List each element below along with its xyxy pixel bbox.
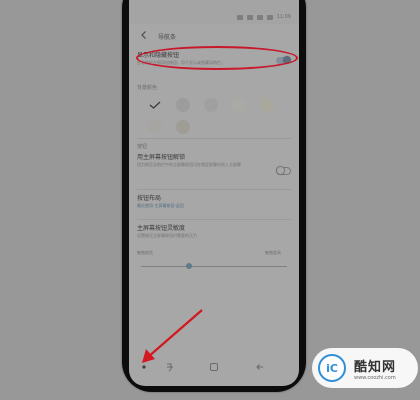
background-color-label: 背景颜色	[137, 85, 158, 91]
sensitivity-min-label: 敏感度低	[137, 250, 153, 255]
button-layout-title: 按钮布局	[137, 195, 162, 202]
red-arrow-icon	[142, 309, 203, 363]
color-swatch[interactable]	[232, 98, 246, 112]
color-swatch[interactable]	[204, 98, 218, 112]
header: 导航条	[129, 24, 299, 46]
watermark-logo: iC	[318, 354, 346, 382]
back-arrow-icon[interactable]	[139, 30, 149, 40]
watermark-title: 酷知网	[354, 359, 397, 375]
photo-background: 11:09 导航条 显示和隐藏按钮 在导航栏左侧添加按钮，用于显示或隐藏导航栏。…	[0, 0, 420, 400]
home-unlock-row[interactable]: 用主屏幕按钮解锁 用力按压导航栏中的主屏幕按钮可在锁定屏幕时进入主屏幕	[137, 154, 291, 168]
divider	[137, 138, 291, 139]
selected-check-icon[interactable]	[149, 101, 161, 109]
toggle-knob	[276, 166, 285, 175]
watermark-url: www.coozhi.com	[354, 374, 396, 381]
page-title: 导航条	[158, 34, 177, 41]
sensitivity-title: 主屏幕按钮灵敏度	[137, 225, 186, 232]
sensitivity-description: 设置按压主屏幕按钮时需要的压力	[137, 233, 197, 238]
buttons-section-label: 按钮	[137, 144, 148, 150]
sensitivity-max-label: 敏感度高	[265, 250, 281, 255]
watermark: iC 酷知网 www.coozhi.com	[312, 348, 418, 388]
back-button-icon[interactable]	[255, 362, 265, 372]
color-swatch[interactable]	[176, 98, 190, 112]
color-swatch[interactable]	[148, 120, 162, 134]
button-layout-row[interactable]: 按钮布局 最近使用-主屏幕按钮-返回	[137, 195, 291, 209]
sensitivity-slider-thumb[interactable]	[186, 263, 193, 269]
notification-icon	[236, 14, 243, 20]
home-button-icon[interactable]	[209, 362, 219, 372]
home-unlock-title: 用主屏幕按钮解锁	[137, 154, 186, 161]
status-icons: 11:09	[236, 14, 291, 20]
sensitivity-row: 主屏幕按钮灵敏度 设置按压主屏幕按钮时需要的压力	[137, 225, 291, 239]
sensitivity-slider-track[interactable]	[141, 266, 287, 267]
divider	[137, 189, 291, 190]
battery-icon	[266, 14, 273, 20]
divider	[137, 219, 291, 220]
watermark-text: 酷知网 www.coozhi.com	[354, 356, 396, 381]
home-unlock-toggle[interactable]	[276, 166, 291, 175]
wifi-icon	[246, 14, 253, 20]
status-bar: 11:09	[129, 0, 299, 24]
signal-icon	[256, 14, 263, 20]
button-layout-value: 最近使用-主屏幕按钮-返回	[137, 203, 184, 208]
status-time: 11:09	[276, 14, 291, 20]
highlight-oval	[136, 46, 298, 70]
color-swatch[interactable]	[176, 120, 190, 134]
color-swatch[interactable]	[260, 98, 274, 112]
home-unlock-description: 用力按压导航栏中的主屏幕按钮可在锁定屏幕时进入主屏幕	[137, 162, 241, 167]
